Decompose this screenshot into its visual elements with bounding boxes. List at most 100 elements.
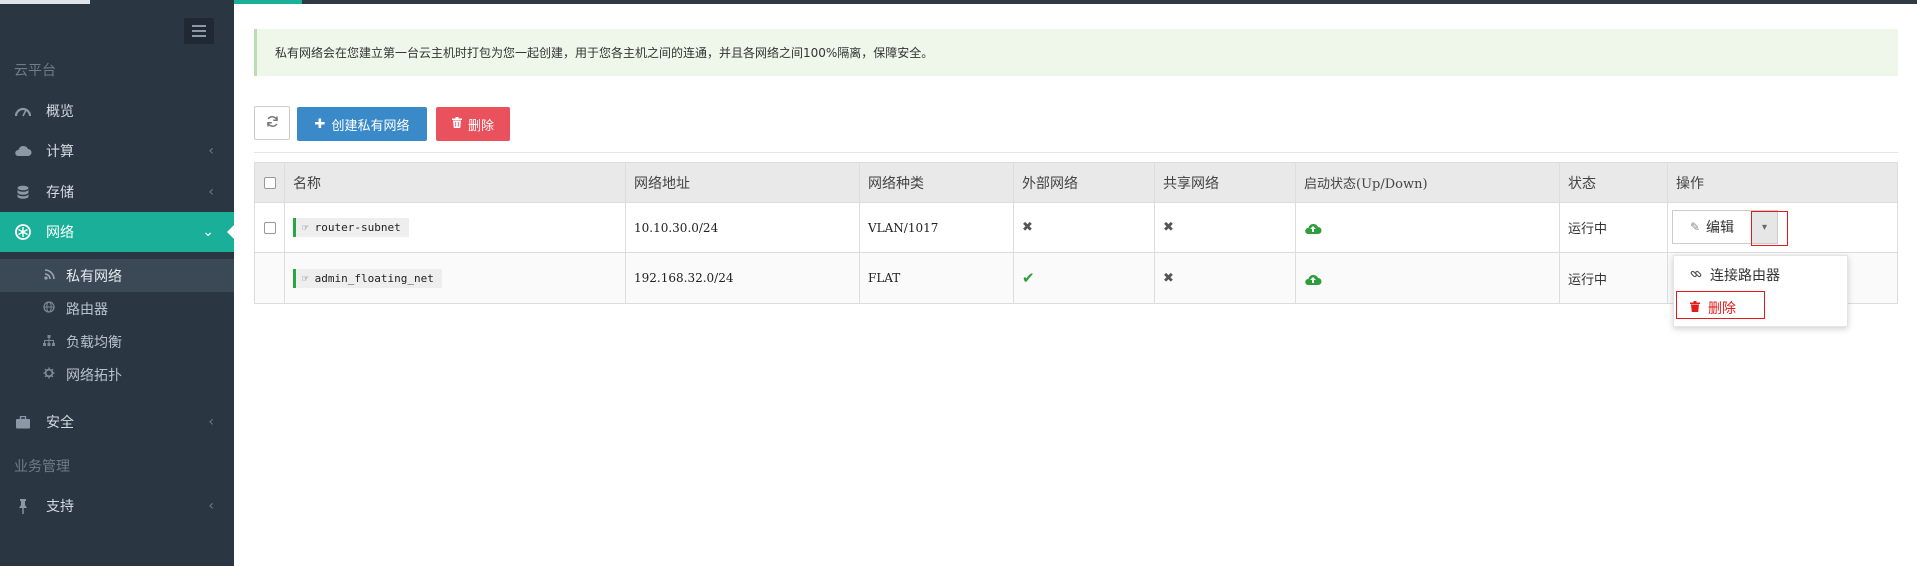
create-network-label: 创建私有网络 [331, 118, 410, 134]
type-cell: FLAT [859, 253, 1013, 303]
menu-item-label: 连接路由器 [1710, 268, 1780, 284]
delete-label: 删除 [467, 118, 494, 134]
chevron-left-icon: ‹ [208, 184, 214, 200]
column-header: 操作 [1667, 163, 1897, 202]
highlight-outline [1676, 291, 1765, 319]
admin-state-cell [1295, 253, 1559, 303]
sidebar-item-security[interactable]: 安全 ‹ [0, 402, 234, 442]
connect-router-menu-item[interactable]: 连接路由器 [1674, 260, 1849, 290]
row-checkbox[interactable] [263, 221, 276, 234]
info-alert: 私有网络会在您建立第一台云主机时打包为您一起创建，用于您各主机之间的连通，并且各… [254, 29, 1898, 76]
highlight-outline [1751, 211, 1788, 246]
logo [0, 0, 90, 4]
sidebar-item-compute[interactable]: 计算 ‹ [0, 131, 234, 171]
globe-icon [42, 301, 56, 316]
dashboard-icon [14, 102, 32, 120]
sidebar-subitem-router[interactable]: 路由器 [0, 292, 234, 325]
name-cell: ☞ admin_floating_net [284, 253, 625, 303]
database-icon [14, 183, 32, 201]
plus-icon: ✚ [314, 116, 326, 132]
admin-state-cell [1295, 203, 1559, 252]
hand-pointer-icon: ☞ [302, 271, 309, 285]
row-select-cell [255, 253, 284, 303]
chevron-left-icon: ‹ [208, 143, 214, 159]
column-header[interactable]: 状态 [1559, 163, 1667, 202]
trash-icon [451, 116, 462, 132]
edit-label: 编辑 [1706, 220, 1735, 236]
sitemap-icon [42, 334, 56, 349]
sidebar-item-label: 支持 [46, 499, 74, 515]
table-row: ☞ admin_floating_net 192.168.32.0/24 FLA… [255, 253, 1897, 303]
sidebar-subitem-label: 网络拓扑 [66, 367, 122, 384]
refresh-button[interactable] [254, 106, 290, 140]
cloud-upload-icon [1304, 221, 1322, 234]
network-name: admin_floating_net [314, 271, 434, 285]
network-name-link[interactable]: ☞ admin_floating_net [293, 268, 442, 288]
sidebar: 云平台 概览 计算 ‹ 存储 ‹ 网络 ⌄ 私有网络 路由器 负载均衡 网络拓扑… [0, 0, 234, 566]
chevron-down-icon: ⌄ [202, 224, 214, 240]
cross-icon: ✖ [1022, 220, 1033, 235]
sidebar-subitem-label: 私有网络 [66, 268, 122, 285]
address-cell: 10.10.30.0/24 [625, 203, 859, 252]
table-row: ☞ router-subnet 10.10.30.0/24 VLAN/1017 … [255, 203, 1897, 253]
briefcase-icon [14, 413, 32, 431]
status-cell: 运行中 [1559, 203, 1667, 252]
section-title-business: 业务管理 [14, 459, 70, 475]
select-all-checkbox[interactable] [263, 176, 276, 189]
delete-button[interactable]: 删除 [436, 107, 510, 141]
chevron-left-icon: ‹ [208, 498, 214, 514]
address-cell: 192.168.32.0/24 [625, 253, 859, 303]
refresh-icon [266, 115, 279, 132]
section-title-cloud: 云平台 [14, 63, 56, 79]
create-network-button[interactable]: ✚ 创建私有网络 [297, 107, 427, 141]
sidebar-item-label: 概览 [46, 104, 74, 120]
column-header[interactable]: 网络种类 [859, 163, 1013, 202]
table-header: 名称 网络地址 网络种类 外部网络 共享网络 启动状态(Up/Down) 状态 … [255, 163, 1897, 203]
external-cell: ✖ [1013, 203, 1154, 252]
column-header[interactable]: 网络地址 [625, 163, 859, 202]
shared-cell: ✖ [1154, 253, 1295, 303]
cloud-upload-icon [1304, 272, 1322, 285]
top-bar-accent [234, 0, 302, 4]
link-icon [1690, 268, 1702, 283]
status-cell: 运行中 [1559, 253, 1667, 303]
network-name: router-subnet [314, 221, 401, 234]
sidebar-subitem-topology[interactable]: 网络拓扑 [0, 358, 234, 391]
header-select-cell [255, 163, 284, 202]
shared-cell: ✖ [1154, 203, 1295, 252]
column-header[interactable]: 启动状态(Up/Down) [1295, 163, 1559, 202]
network-table: 名称 网络地址 网络种类 外部网络 共享网络 启动状态(Up/Down) 状态 … [254, 162, 1898, 304]
hand-pointer-icon: ☞ [302, 221, 309, 234]
sidebar-subitem-private-network[interactable]: 私有网络 [0, 259, 234, 292]
pin-icon [14, 497, 32, 515]
sidebar-subitem-label: 负载均衡 [66, 334, 122, 351]
cloud-icon [14, 142, 32, 160]
column-header[interactable]: 名称 [284, 163, 625, 202]
top-bar [0, 0, 1917, 4]
cross-icon: ✖ [1163, 220, 1174, 235]
sidebar-item-label: 存储 [46, 185, 74, 201]
sidebar-subitem-label: 路由器 [66, 301, 108, 318]
sidebar-item-label: 网络 [46, 225, 74, 241]
sidebar-item-overview[interactable]: 概览 [0, 91, 234, 131]
network-icon [14, 223, 32, 241]
rss-icon [42, 268, 56, 283]
sidebar-item-support[interactable]: 支持 ‹ [0, 486, 234, 526]
sidebar-item-storage[interactable]: 存储 ‹ [0, 172, 234, 212]
edit-button[interactable]: ✎ 编辑 [1672, 210, 1752, 244]
divider [254, 152, 1898, 153]
chevron-left-icon: ‹ [208, 414, 214, 430]
menu-toggle-button[interactable] [184, 18, 214, 44]
sidebar-subitem-load-balancer[interactable]: 负载均衡 [0, 325, 234, 358]
sidebar-item-label: 安全 [46, 415, 74, 431]
sidebar-item-network[interactable]: 网络 ⌄ [0, 212, 234, 252]
edit-icon: ✎ [1689, 220, 1701, 234]
gear-icon [42, 367, 56, 382]
column-header[interactable]: 共享网络 [1154, 163, 1295, 202]
cross-icon: ✖ [1163, 270, 1174, 286]
network-name-link[interactable]: ☞ router-subnet [293, 218, 409, 237]
alert-text: 私有网络会在您建立第一台云主机时打包为您一起创建，用于您各主机之间的连通，并且各… [275, 46, 934, 60]
type-cell: VLAN/1017 [859, 203, 1013, 252]
column-header[interactable]: 外部网络 [1013, 163, 1154, 202]
sidebar-item-label: 计算 [46, 144, 74, 160]
